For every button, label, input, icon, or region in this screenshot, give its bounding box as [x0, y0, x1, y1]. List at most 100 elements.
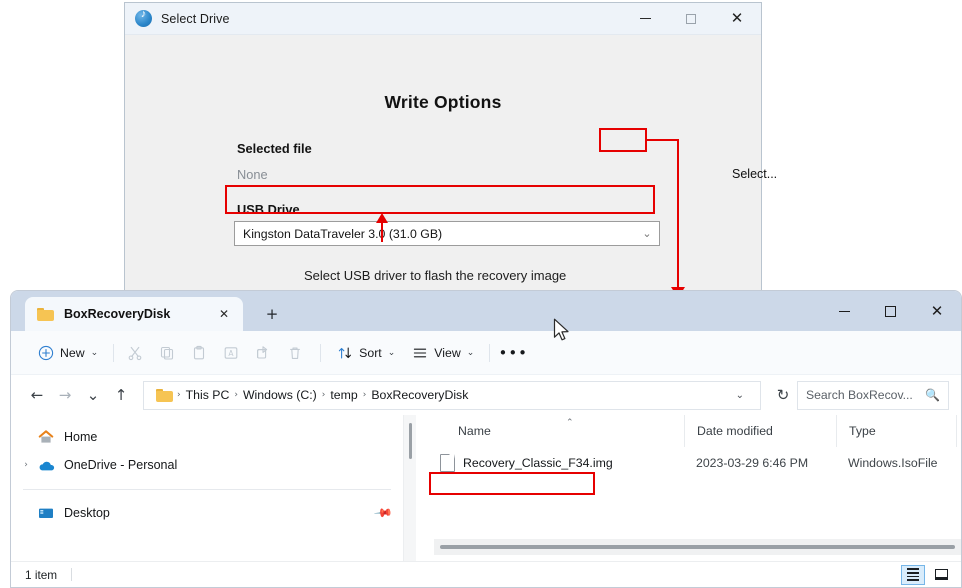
column-header-name[interactable]: Name ⌃: [416, 415, 684, 447]
rename-icon: A: [222, 344, 240, 362]
breadcrumb-item-this-pc[interactable]: This PC: [181, 388, 235, 402]
trash-icon: [286, 344, 304, 362]
large-icons-view-button[interactable]: [929, 565, 953, 585]
ellipsis-icon: •••: [498, 343, 529, 362]
status-divider: [71, 568, 73, 581]
sort-arrows-icon: [336, 344, 354, 362]
copy-icon: [158, 344, 176, 362]
chevron-down-icon: ⌄: [90, 347, 99, 358]
sort-button[interactable]: Sort ⌄: [328, 338, 403, 368]
scissors-icon: [126, 344, 144, 362]
refresh-button[interactable]: ↻: [769, 381, 797, 409]
view-toggle-group: [897, 564, 961, 585]
selected-file-label: Selected file: [237, 141, 312, 156]
explorer-tab-bar: BoxRecoveryDisk ✕ + ✕: [11, 291, 961, 331]
breadcrumb-item-boxrecoverydisk[interactable]: BoxRecoveryDisk: [366, 388, 473, 402]
explorer-toolbar: New ⌄ A Sort ⌄ View ⌄ •••: [11, 331, 961, 375]
minimize-icon: [838, 310, 850, 312]
file-date-cell: 2023-03-29 6:46 PM: [696, 456, 809, 470]
svg-text:A: A: [228, 349, 234, 358]
screen: Select Drive ✕ Write Options Selected fi…: [0, 0, 962, 588]
table-row[interactable]: Recovery_Classic_F34.img 2023-03-29 6:46…: [416, 447, 961, 479]
sidebar-item-label: Desktop: [64, 506, 110, 520]
file-type-cell: Windows.IsoFile: [848, 456, 938, 470]
rename-button[interactable]: A: [217, 338, 249, 368]
paste-button[interactable]: [185, 338, 217, 368]
sidebar-item-label: OneDrive - Personal: [64, 458, 178, 472]
new-button[interactable]: New ⌄: [29, 338, 106, 368]
desktop-icon: [35, 507, 57, 520]
sidebar-item-desktop[interactable]: Desktop 📌: [11, 499, 403, 527]
disc-icon: [135, 8, 152, 27]
tab-close-icon[interactable]: ✕: [213, 303, 235, 325]
dialog-maximize-button[interactable]: [668, 3, 713, 35]
sidebar-item-home[interactable]: Home: [11, 423, 403, 451]
file-list-horizontal-scrollbar[interactable]: [434, 539, 961, 555]
copy-button[interactable]: [153, 338, 185, 368]
column-header-date-modified[interactable]: Date modified: [684, 415, 836, 447]
file-name-label: Recovery_Classic_F34.img: [463, 456, 613, 470]
select-file-button[interactable]: Select...: [729, 165, 780, 184]
sidebar-item-onedrive[interactable]: › OneDrive - Personal: [11, 451, 403, 479]
dialog-window-controls: ✕: [623, 3, 761, 35]
column-header-label: Date modified: [697, 424, 773, 438]
new-tab-button[interactable]: +: [257, 297, 287, 331]
large-icons-view-icon: [934, 569, 948, 580]
breadcrumb-item-temp[interactable]: temp: [325, 388, 362, 402]
up-button[interactable]: ↑: [107, 381, 135, 409]
breadcrumb-item-windows-c[interactable]: Windows (C:): [238, 388, 322, 402]
sidebar-item-label: Home: [64, 430, 98, 444]
usb-drive-hint: Select USB driver to flash the recovery …: [304, 268, 567, 283]
usb-drive-label: USB Drive: [237, 202, 300, 217]
view-button[interactable]: View ⌄: [403, 338, 482, 368]
search-icon: 🔍: [925, 388, 940, 402]
recent-locations-button[interactable]: ⌄: [79, 381, 107, 409]
forward-button[interactable]: →: [51, 381, 79, 409]
scrollbar-thumb[interactable]: [409, 423, 412, 459]
hamburger-icon: [411, 344, 429, 362]
explorer-maximize-button[interactable]: [867, 291, 913, 331]
share-button[interactable]: [249, 338, 281, 368]
dialog-titlebar: Select Drive ✕: [125, 3, 761, 35]
usb-drive-dropdown[interactable]: Kingston DataTraveler 3.0 (31.0 GB) ⌄: [234, 221, 660, 246]
dialog-title: Select Drive: [161, 11, 230, 26]
explorer-address-bar: ← → ⌄ ↑ › This PC › Windows (C:) › temp …: [11, 375, 961, 415]
toolbar-divider-2: [320, 343, 322, 362]
maximize-icon: [884, 305, 896, 317]
breadcrumb-dropdown-icon[interactable]: ⌄: [726, 390, 754, 401]
sidebar-divider: [23, 489, 391, 490]
folder-icon: [37, 307, 54, 321]
chevron-right-icon[interactable]: ›: [17, 460, 35, 470]
new-button-label: New: [60, 345, 85, 360]
breadcrumb[interactable]: › This PC › Windows (C:) › temp › BoxRec…: [143, 380, 761, 410]
dialog-close-button[interactable]: ✕: [713, 3, 761, 35]
paste-icon: [190, 344, 208, 362]
cut-button[interactable]: [121, 338, 153, 368]
tab-label: BoxRecoveryDisk: [64, 307, 171, 321]
sort-button-label: Sort: [359, 345, 382, 360]
column-header-type[interactable]: Type: [836, 415, 956, 447]
maximize-icon: [685, 13, 696, 24]
chevron-down-icon: ⌄: [387, 347, 396, 358]
explorer-minimize-button[interactable]: [821, 291, 867, 331]
dialog-minimize-button[interactable]: [623, 3, 668, 35]
back-button[interactable]: ←: [23, 381, 51, 409]
navigation-pane-scrollbar[interactable]: [403, 415, 416, 563]
column-headers: Name ⌃ Date modified Type: [416, 415, 961, 447]
pin-icon[interactable]: 📌: [373, 503, 393, 523]
scrollbar-thumb[interactable]: [440, 545, 955, 549]
write-options-heading: Write Options: [384, 92, 502, 112]
status-bar: 1 item: [11, 561, 961, 587]
file-name-cell[interactable]: Recovery_Classic_F34.img: [416, 447, 684, 479]
file-explorer-window: BoxRecoveryDisk ✕ + ✕ New ⌄ A Sort ⌄ Vie…: [10, 290, 962, 588]
more-options-button[interactable]: •••: [497, 338, 529, 368]
explorer-close-button[interactable]: ✕: [913, 291, 961, 331]
search-input[interactable]: Search BoxRecov... 🔍: [797, 380, 949, 410]
select-drive-dialog: Select Drive ✕ Write Options Selected fi…: [124, 2, 777, 327]
delete-button[interactable]: [281, 338, 313, 368]
details-view-button[interactable]: [901, 564, 925, 585]
chevron-down-icon: ⌄: [466, 347, 475, 358]
share-icon: [254, 344, 272, 362]
explorer-tab-boxrecoverydisk[interactable]: BoxRecoveryDisk ✕: [25, 297, 243, 331]
chevron-down-icon: ⌄: [642, 227, 652, 240]
